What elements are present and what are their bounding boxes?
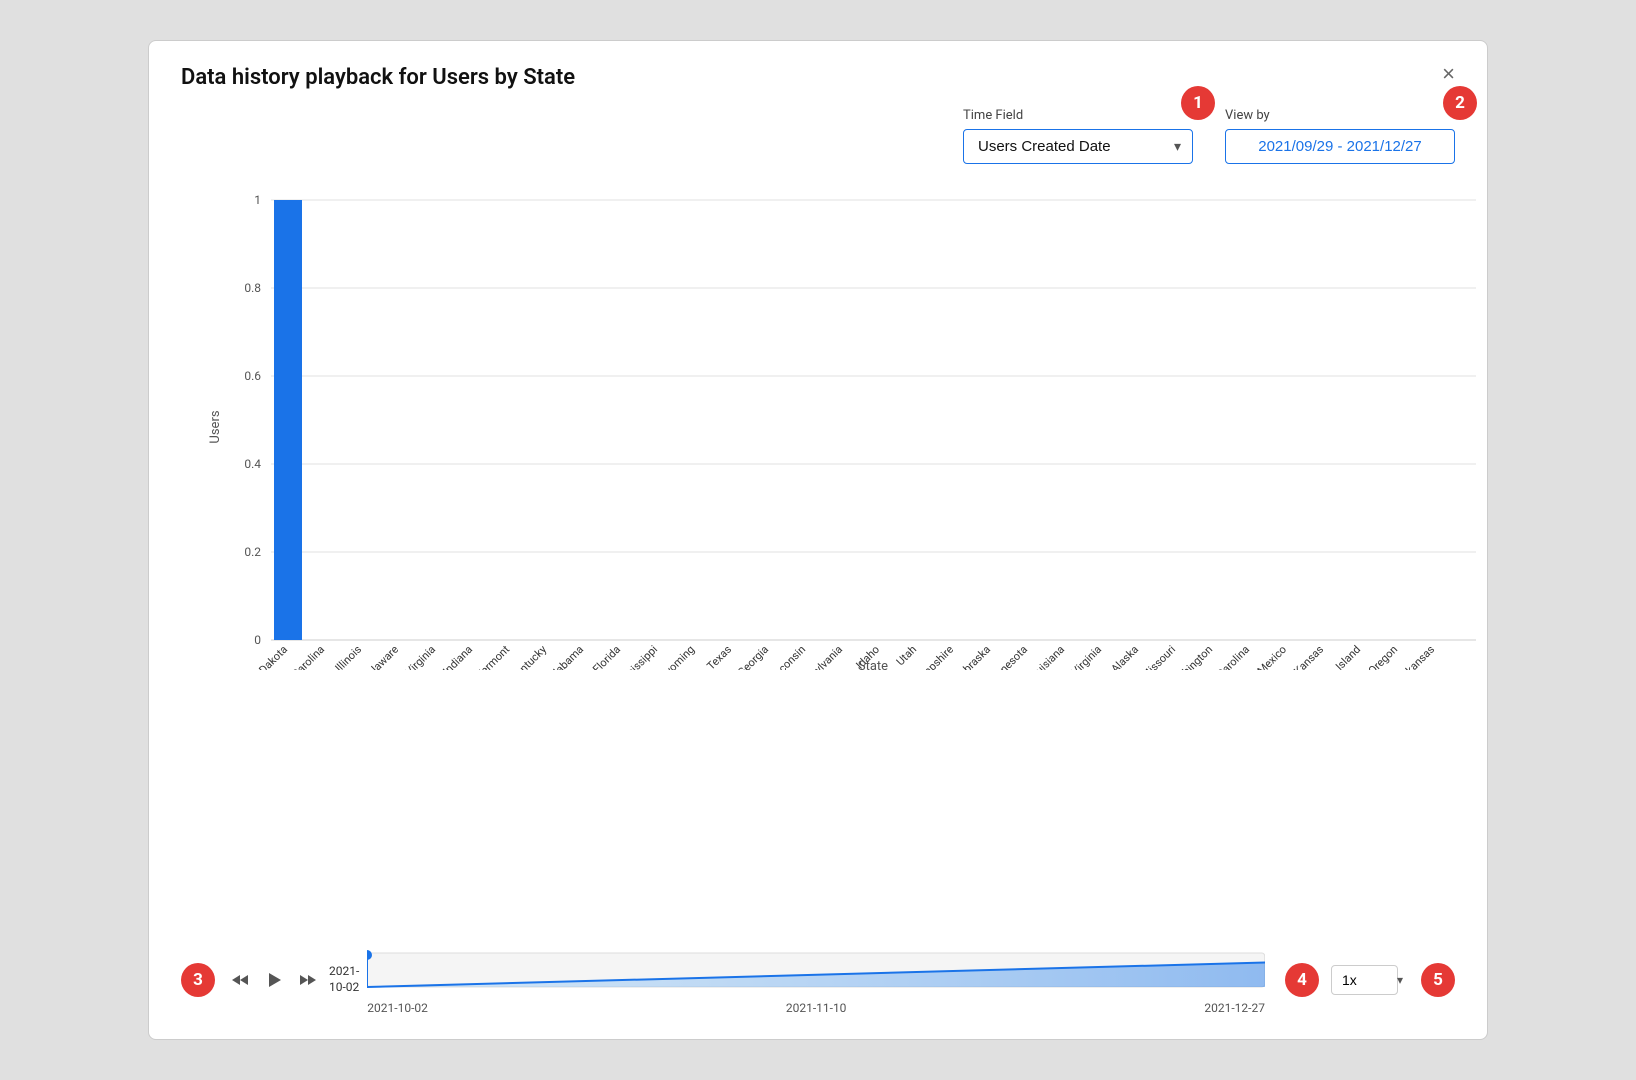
svg-text:Texas: Texas <box>704 643 734 670</box>
svg-text:Florida: Florida <box>590 643 623 670</box>
play-button[interactable] <box>261 967 287 993</box>
svg-text:1: 1 <box>254 193 261 207</box>
speed-select-wrapper: 0.5x 1x 2x 4x ▾ <box>1331 965 1411 995</box>
fast-forward-icon <box>299 971 317 989</box>
svg-text:Wyoming: Wyoming <box>656 643 698 670</box>
svg-text:0.6: 0.6 <box>244 369 261 383</box>
time-field-select-wrapper: Users Created Date ▾ <box>963 129 1193 164</box>
fast-forward-button[interactable] <box>295 967 321 993</box>
time-field-select[interactable]: Users Created Date <box>963 129 1193 164</box>
modal-container: Data history playback for Users by State… <box>148 40 1488 1040</box>
bottom-row: 3 2021-10-02 <box>181 945 1455 1015</box>
svg-text:0.4: 0.4 <box>244 457 261 471</box>
svg-text:Missouri: Missouri <box>1139 643 1178 670</box>
svg-text:0.2: 0.2 <box>244 545 261 559</box>
svg-text:0: 0 <box>254 633 261 647</box>
rewind-icon <box>231 971 249 989</box>
timeline-svg <box>367 945 1265 999</box>
svg-text:Louisiana: Louisiana <box>1024 643 1067 670</box>
view-by-label: View by <box>1225 108 1455 123</box>
svg-text:Oregon: Oregon <box>1366 643 1400 670</box>
svg-text:Vermont: Vermont <box>473 643 512 670</box>
modal-title: Data history playback for Users by State <box>181 65 575 90</box>
current-time-label: 2021-10-02 <box>329 964 359 995</box>
chart-container: Users 1 0.8 0.6 0.4 0.2 0 <box>181 180 1455 933</box>
svg-text:Wisconsin: Wisconsin <box>763 643 808 670</box>
play-icon <box>265 971 283 989</box>
bar-chart-svg: 1 0.8 0.6 0.4 0.2 0 South Dakota <box>221 180 1481 670</box>
svg-text:Virginia: Virginia <box>1069 643 1104 670</box>
svg-text:Kansas: Kansas <box>1291 643 1326 670</box>
svg-text:Mississippi: Mississippi <box>612 643 660 670</box>
annotation-badge-1: 1 <box>1181 86 1215 120</box>
svg-text:State: State <box>858 659 888 670</box>
svg-text:South Dakota: South Dakota <box>234 643 290 670</box>
svg-text:Delaware: Delaware <box>360 643 401 670</box>
svg-text:Alaska: Alaska <box>1109 643 1142 670</box>
timeline-start-label: 2021-10-02 <box>367 1001 428 1015</box>
annotation-badge-2: 2 <box>1443 86 1477 120</box>
svg-text:Georgia: Georgia <box>735 643 771 670</box>
svg-text:Kentucky: Kentucky <box>508 642 549 670</box>
svg-text:Utah: Utah <box>894 643 919 668</box>
svg-text:Illinois: Illinois <box>333 643 365 670</box>
chart-svg-wrapper: Users 1 0.8 0.6 0.4 0.2 0 <box>221 180 1455 674</box>
annotation-badge-4: 4 <box>1285 963 1319 997</box>
timeline-end-label: 2021-12-27 <box>1204 1001 1265 1015</box>
timeline-labels: 2021-10-02 2021-11-10 2021-12-27 <box>367 1001 1265 1015</box>
time-field-label: Time Field <box>963 108 1193 123</box>
annotation-badge-5: 5 <box>1421 963 1455 997</box>
modal-header: Data history playback for Users by State… <box>181 65 1455 90</box>
svg-text:Alabama: Alabama <box>546 643 586 670</box>
time-field-group: Time Field Users Created Date ▾ <box>963 108 1193 164</box>
view-by-group: View by 2021/09/29 - 2021/12/27 <box>1225 108 1455 164</box>
y-axis-label: Users <box>208 410 223 443</box>
playback-controls: 2021-10-02 <box>227 964 359 995</box>
rewind-button[interactable] <box>227 967 253 993</box>
svg-text:0.8: 0.8 <box>244 281 261 295</box>
svg-text:Minnesota: Minnesota <box>984 643 1030 670</box>
controls-row: Time Field Users Created Date ▾ 1 View b… <box>181 108 1455 164</box>
svg-text:Nebraska: Nebraska <box>951 643 993 670</box>
date-range-button[interactable]: 2021/09/29 - 2021/12/27 <box>1225 129 1455 164</box>
svg-text:Arkansas: Arkansas <box>1395 643 1437 670</box>
timeline-mid-label: 2021-11-10 <box>786 1001 847 1015</box>
annotation-badge-3: 3 <box>181 963 215 997</box>
speed-select[interactable]: 0.5x 1x 2x 4x <box>1331 965 1398 995</box>
bar-south-dakota <box>274 200 302 640</box>
svg-text:Indiana: Indiana <box>440 643 475 670</box>
close-button[interactable]: × <box>1438 63 1459 85</box>
timeline-track-wrapper[interactable]: 2021-10-02 2021-11-10 2021-12-27 <box>367 945 1265 1015</box>
